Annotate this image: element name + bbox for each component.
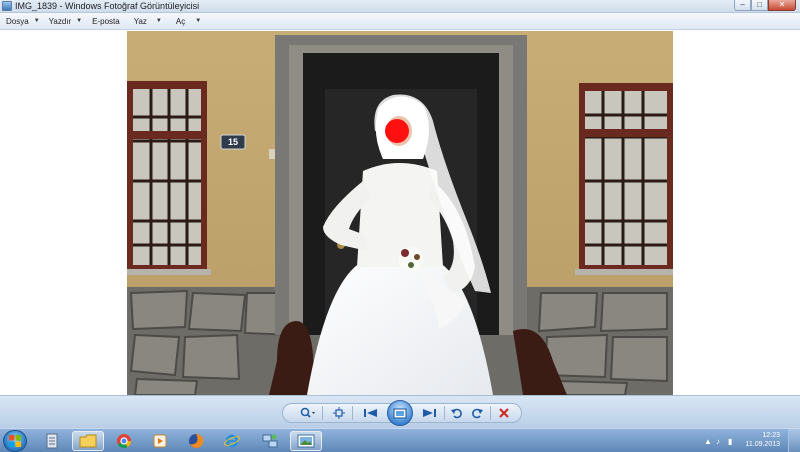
menu-print-label: Yazdır (48, 16, 72, 26)
menu-email[interactable]: E-posta (82, 13, 120, 30)
show-desktop-button[interactable] (788, 429, 800, 452)
taskbar-media-player[interactable] (144, 431, 176, 451)
minimize-icon: – (740, 0, 745, 9)
title-bar[interactable]: IMG_1839 - Windows Fotoğraf Görüntüleyic… (0, 0, 800, 13)
taskbar: ▲ ♪ ▮ 12:23 11.09.2013 (0, 428, 800, 452)
maximize-icon: □ (757, 0, 762, 9)
taskbar-photo-viewer[interactable] (290, 431, 322, 451)
chevron-down-icon: ▼ (195, 18, 202, 24)
delete-icon (499, 408, 509, 418)
menu-bar: Dosya ▼ Yazdır ▼ E-posta Yaz ▼ Aç ▼ (0, 13, 800, 30)
image-viewer[interactable]: 15 (0, 31, 800, 395)
taskbar-firefox[interactable] (180, 431, 212, 451)
menu-file[interactable]: Dosya ▼ (0, 13, 40, 30)
rotate-left-button[interactable] (450, 406, 464, 420)
toolbar-separator (352, 406, 353, 420)
close-icon: ✕ (778, 0, 786, 9)
media-player-icon (153, 434, 167, 448)
house-number-plate: 15 (227, 137, 238, 147)
photo-illustration (127, 31, 673, 395)
firefox-icon (189, 433, 204, 448)
menu-print[interactable]: Yazdır ▼ (40, 13, 82, 30)
displayed-photo: 15 (127, 31, 673, 395)
menu-email-label: E-posta (92, 16, 120, 26)
clock[interactable]: 12:23 11.09.2013 (720, 431, 780, 449)
zoom-button[interactable] (298, 406, 318, 420)
previous-icon (364, 409, 377, 417)
taskbar-internet-explorer[interactable] (216, 431, 248, 451)
menu-burn-label: Yaz (133, 16, 147, 26)
maximize-button[interactable]: □ (751, 0, 768, 11)
previous-button[interactable] (362, 406, 380, 420)
slideshow-button[interactable] (387, 400, 413, 426)
tray-expand-icon[interactable]: ▲ (704, 437, 712, 446)
menu-open-label: Aç (175, 16, 186, 26)
taskbar-library[interactable] (36, 431, 68, 451)
taskbar-network[interactable] (254, 431, 286, 451)
network-icon (262, 434, 278, 448)
windows-logo-icon (9, 435, 21, 447)
clock-time: 12:23 (762, 432, 780, 439)
photo-viewer-app-icon (2, 1, 12, 11)
rotate-left-icon (451, 408, 462, 419)
clock-date: 11.09.2013 (745, 441, 780, 448)
menu-file-label: Dosya (6, 16, 29, 26)
taskbar-chrome[interactable] (108, 431, 140, 451)
actual-size-button[interactable] (332, 406, 346, 420)
zoom-icon (300, 407, 315, 418)
viewer-toolbar (0, 395, 800, 428)
actual-size-icon (333, 407, 345, 419)
minimize-button[interactable]: – (734, 0, 751, 11)
delete-button[interactable] (497, 406, 511, 420)
explorer-icon (79, 434, 97, 448)
internet-explorer-icon (224, 434, 240, 448)
library-icon (46, 433, 58, 449)
window-controls: – □ ✕ (734, 0, 796, 11)
toolbar-separator (444, 406, 445, 420)
toolbar-separator (490, 406, 491, 420)
menu-open[interactable]: Aç ▼ (162, 13, 201, 30)
start-button[interactable] (3, 430, 27, 452)
menu-burn[interactable]: Yaz ▼ (120, 13, 162, 30)
slideshow-icon (393, 408, 407, 418)
toolbar-separator (322, 406, 323, 420)
next-icon (423, 409, 436, 417)
next-button[interactable] (420, 406, 438, 420)
taskbar-explorer[interactable] (72, 431, 104, 451)
close-button[interactable]: ✕ (768, 0, 796, 11)
window-title: IMG_1839 - Windows Fotoğraf Görüntüleyic… (15, 1, 200, 11)
photo-viewer-icon (297, 434, 315, 448)
rotate-right-button[interactable] (470, 406, 484, 420)
chrome-icon (117, 434, 132, 449)
rotate-right-icon (472, 408, 483, 419)
system-tray: ▲ ♪ ▮ 12:23 11.09.2013 (700, 429, 800, 452)
